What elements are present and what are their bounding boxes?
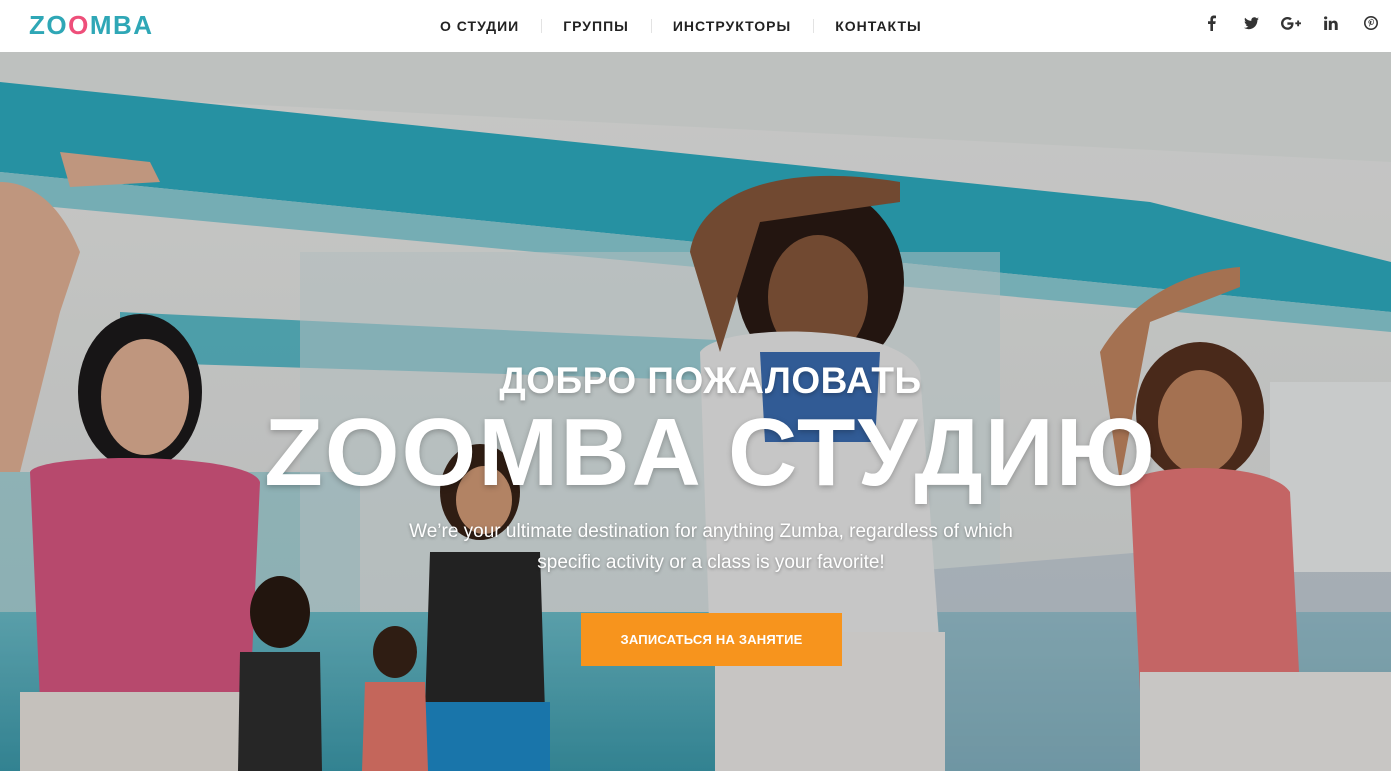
nav-item-contacts[interactable]: КОНТАКТЫ: [813, 16, 943, 36]
nav-item-instructors[interactable]: ИНСТРУКТОРЫ: [650, 16, 813, 36]
main-nav: О СТУДИИ ГРУППЫ ИНСТРУКТОРЫ КОНТАКТЫ: [418, 0, 944, 52]
google-plus-icon[interactable]: [1271, 0, 1311, 46]
signup-button[interactable]: ЗАПИСАТЬСЯ НА ЗАНЯТИЕ: [581, 613, 842, 666]
site-header: ZOOMBA О СТУДИИ ГРУППЫ ИНСТРУКТОРЫ КОНТА…: [0, 0, 1391, 52]
facebook-icon[interactable]: [1191, 0, 1231, 46]
hero-section: ДОБРО ПОЖАЛОВАТЬ ZOOMBA СТУДИЮ We’re you…: [0, 52, 1391, 771]
hero-title: ZOOMBA СТУДИЮ: [264, 399, 1157, 506]
hero-description: We’re your ultimate destination for anyt…: [409, 521, 1013, 573]
nav-item-groups[interactable]: ГРУППЫ: [541, 16, 651, 36]
social-links: [1191, 0, 1391, 46]
logo-part-1: ZO: [29, 10, 69, 40]
pinterest-icon[interactable]: [1351, 0, 1391, 46]
logo[interactable]: ZOOMBA: [29, 10, 154, 40]
linkedin-icon[interactable]: [1311, 0, 1351, 46]
hero-content: ДОБРО ПОЖАЛОВАТЬ ZOOMBA СТУДИЮ We’re you…: [0, 52, 1391, 771]
twitter-icon[interactable]: [1231, 0, 1271, 46]
logo-part-3: MBA: [89, 10, 154, 40]
logo-part-2: O: [68, 10, 90, 40]
hero-kicker: ДОБРО ПОЖАЛОВАТЬ: [499, 360, 922, 401]
nav-item-about[interactable]: О СТУДИИ: [418, 16, 541, 36]
